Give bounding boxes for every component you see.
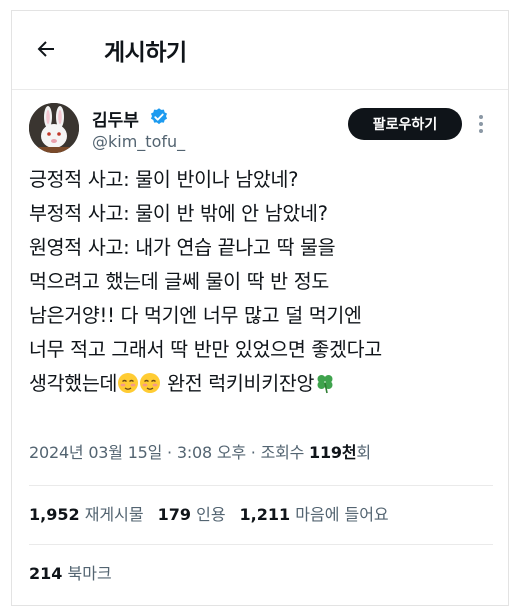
verified-badge-icon bbox=[150, 108, 168, 125]
post-text: 긍정적 사고: 물이 반이나 남았네? 부정적 사고: 물이 반 밖에 안 남았… bbox=[29, 163, 499, 401]
post-detail-panel: 게시하기 김두부 @kim_tofu_ 팔로우하기 긍정적 사고: 물이 반이나… bbox=[11, 10, 509, 606]
follow-button[interactable]: 팔로우하기 bbox=[348, 108, 462, 140]
post-line-text: 생각했는데 bbox=[29, 372, 118, 395]
likes-stat[interactable]: 1,211 마음에 들어요 bbox=[240, 505, 389, 524]
page-title: 게시하기 bbox=[104, 40, 187, 66]
bunny-avatar-image bbox=[29, 103, 79, 153]
blushing-smile-emoji bbox=[118, 373, 139, 393]
post-line: 부정적 사고: 물이 반 밖에 안 남았네? bbox=[29, 202, 328, 225]
likes-count: 1,211 bbox=[239, 505, 291, 524]
reposts-stat[interactable]: 1,952 재게시물 bbox=[29, 505, 144, 524]
likes-label: 마음에 들어요 bbox=[295, 505, 389, 524]
post-time[interactable]: 3:08 오후 bbox=[177, 443, 246, 462]
blushing-smile-emoji bbox=[140, 373, 161, 393]
post-date[interactable]: 2024년 03월 15일 bbox=[29, 443, 162, 462]
post-line: 긍정적 사고: 물이 반이나 남았네? bbox=[29, 168, 299, 191]
views-count: 119천 bbox=[309, 443, 357, 462]
header: 게시하기 bbox=[12, 11, 508, 89]
author-name[interactable]: 김두부 bbox=[92, 106, 139, 131]
quotes-label: 인용 bbox=[196, 505, 226, 524]
avatar[interactable] bbox=[29, 103, 79, 153]
divider bbox=[29, 544, 493, 545]
post-line: 남은거양!! 다 먹기엔 너무 많고 덜 먹기엔 bbox=[29, 304, 362, 327]
bookmarks-stat[interactable]: 214 북마크 bbox=[29, 560, 112, 584]
arrow-left-icon[interactable] bbox=[34, 37, 58, 61]
separator: · bbox=[245, 443, 261, 462]
bookmarks-count: 214 bbox=[29, 564, 63, 583]
engagement-stats: 1,952 재게시물 179 인용 1,211 마음에 들어요 bbox=[29, 501, 403, 525]
quotes-count: 179 bbox=[157, 505, 191, 524]
bookmarks-label: 북마크 bbox=[67, 564, 112, 583]
more-options-icon[interactable] bbox=[478, 114, 484, 134]
separator: · bbox=[162, 443, 177, 462]
post-meta: 2024년 03월 15일 · 3:08 오후 · 조회수 119천회 bbox=[29, 439, 371, 463]
quotes-stat[interactable]: 179 인용 bbox=[158, 505, 226, 524]
divider bbox=[29, 485, 493, 486]
views-label: 조회수 bbox=[260, 443, 305, 462]
post-line: 먹으려고 했는데 글쎄 물이 딱 반 정도 bbox=[29, 270, 329, 293]
author-handle[interactable]: @kim_tofu_ bbox=[92, 132, 185, 151]
post-line-text: 완전 럭키비키잔앙 bbox=[161, 372, 315, 395]
reposts-label: 재게시물 bbox=[84, 505, 144, 524]
four-leaf-clover-emoji bbox=[317, 375, 333, 394]
divider bbox=[12, 89, 508, 90]
post-line: 생각했는데 완전 럭키비키잔앙 bbox=[29, 367, 499, 401]
post-line: 원영적 사고: 내가 연습 끝나고 딱 물을 bbox=[29, 236, 336, 259]
reposts-count: 1,952 bbox=[29, 505, 80, 524]
views-suffix: 회 bbox=[356, 443, 371, 462]
post-line: 너무 적고 그래서 딱 반만 있었으면 좋겠다고 bbox=[29, 338, 382, 361]
